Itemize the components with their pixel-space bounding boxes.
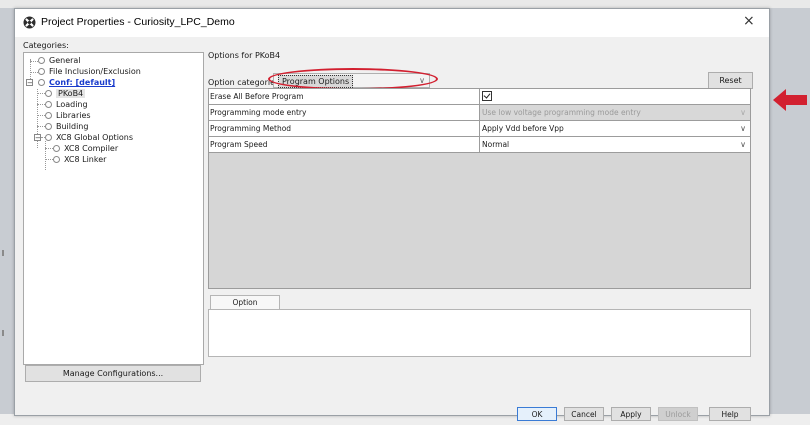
property-row-programming-method: Programming Method Apply Vdd before Vpp … bbox=[209, 121, 750, 137]
tree-item-label: XC8 Compiler bbox=[64, 144, 119, 153]
red-arrow-icon bbox=[773, 89, 807, 111]
property-name: Programming Method bbox=[209, 121, 480, 136]
tree-connector bbox=[37, 115, 45, 116]
node-bullet-icon bbox=[45, 123, 52, 130]
property-name: Program Speed bbox=[209, 137, 480, 152]
tree-item-label: XC8 Linker bbox=[64, 155, 107, 164]
chevron-down-icon: ∨ bbox=[740, 124, 746, 133]
background-edge-mark bbox=[2, 250, 4, 256]
property-value: Normal bbox=[482, 140, 510, 149]
node-bullet-icon bbox=[45, 90, 52, 97]
title-bar[interactable]: Project Properties - Curiosity_LPC_Demo … bbox=[15, 9, 769, 37]
tree-item-xc8-linker[interactable]: XC8 Linker bbox=[53, 155, 106, 164]
programming-mode-select: Use low voltage programming mode entry ∨ bbox=[480, 105, 750, 120]
apply-button[interactable]: Apply bbox=[611, 407, 651, 421]
categories-tree[interactable]: General File Inclusion/Exclusion − Conf:… bbox=[23, 52, 204, 365]
node-bullet-icon bbox=[38, 57, 45, 64]
node-bullet-icon bbox=[53, 156, 60, 163]
close-icon[interactable]: × bbox=[743, 13, 755, 29]
tree-item-label: Libraries bbox=[56, 111, 91, 120]
erase-all-checkbox[interactable] bbox=[482, 91, 492, 101]
tree-item-label: Loading bbox=[56, 100, 88, 109]
tree-item-label: Building bbox=[56, 122, 89, 131]
options-header: Options for PKoB4 bbox=[208, 51, 281, 60]
tree-connector bbox=[45, 159, 53, 160]
property-row-programming-mode: Programming mode entry Use low voltage p… bbox=[209, 105, 750, 121]
node-bullet-icon bbox=[45, 101, 52, 108]
chevron-down-icon: ∨ bbox=[740, 108, 746, 117]
node-bullet-icon bbox=[45, 112, 52, 119]
property-name: Programming mode entry bbox=[209, 105, 480, 120]
program-speed-select[interactable]: Normal ∨ bbox=[480, 137, 750, 152]
option-description-tab[interactable]: Option Description bbox=[210, 295, 280, 321]
node-bullet-icon bbox=[38, 68, 45, 75]
tree-item-general[interactable]: General bbox=[38, 56, 81, 65]
categories-label: Categories: bbox=[23, 41, 69, 50]
tree-item-xc8-compiler[interactable]: XC8 Compiler bbox=[53, 144, 118, 153]
tree-item-label: XC8 Global Options bbox=[56, 133, 134, 142]
property-value: Apply Vdd before Vpp bbox=[482, 124, 564, 133]
property-row-erase: Erase All Before Program bbox=[209, 89, 750, 105]
red-highlight-ellipse bbox=[268, 68, 438, 90]
tree-item-conf-default[interactable]: Conf: [default] bbox=[38, 78, 115, 87]
tree-item-label: PKoB4 bbox=[56, 89, 86, 98]
tree-connector bbox=[37, 104, 45, 105]
tree-item-label: Conf: [default] bbox=[49, 78, 116, 87]
window-title: Project Properties - Curiosity_LPC_Demo bbox=[41, 16, 235, 28]
unlock-button: Unlock bbox=[658, 407, 698, 421]
tree-item-file-inclusion[interactable]: File Inclusion/Exclusion bbox=[38, 67, 141, 76]
programming-method-select[interactable]: Apply Vdd before Vpp ∨ bbox=[480, 121, 750, 136]
help-button[interactable]: Help bbox=[709, 407, 751, 421]
tree-connector bbox=[30, 72, 38, 73]
project-properties-dialog: Project Properties - Curiosity_LPC_Demo … bbox=[14, 8, 770, 421]
property-sheet: Erase All Before Program Programming mod… bbox=[208, 88, 751, 289]
ok-button[interactable]: OK bbox=[517, 407, 557, 421]
tree-connector bbox=[37, 93, 45, 94]
tree-item-loading[interactable]: Loading bbox=[45, 100, 88, 109]
property-value-checkbox[interactable] bbox=[480, 89, 750, 104]
reset-button[interactable]: Reset bbox=[708, 72, 753, 89]
property-value: Use low voltage programming mode entry bbox=[482, 108, 641, 117]
cancel-button[interactable]: Cancel bbox=[564, 407, 604, 421]
background-edge-mark bbox=[2, 330, 4, 336]
property-name: Erase All Before Program bbox=[209, 89, 480, 104]
tree-item-label: General bbox=[49, 56, 81, 65]
tree-item-libraries[interactable]: Libraries bbox=[45, 111, 91, 120]
collapse-conf-icon[interactable]: − bbox=[26, 79, 33, 87]
tree-connector bbox=[37, 126, 45, 127]
app-gear-icon bbox=[23, 16, 36, 29]
tree-item-building[interactable]: Building bbox=[45, 122, 88, 131]
node-bullet-icon bbox=[38, 79, 45, 86]
dialog-content: Categories: General File Inclusion/Exclu… bbox=[15, 37, 769, 421]
chevron-down-icon: ∨ bbox=[740, 140, 746, 149]
option-description-box bbox=[208, 309, 751, 357]
collapse-xc8-icon[interactable]: − bbox=[34, 134, 41, 142]
tree-connector bbox=[45, 141, 46, 170]
node-bullet-icon bbox=[45, 134, 52, 141]
tree-connector bbox=[30, 61, 38, 62]
background-window-strip bbox=[0, 0, 810, 8]
tree-item-xc8-global[interactable]: XC8 Global Options bbox=[45, 133, 133, 142]
node-bullet-icon bbox=[53, 145, 60, 152]
tree-item-label: File Inclusion/Exclusion bbox=[49, 67, 141, 76]
tree-connector bbox=[45, 148, 53, 149]
manage-configurations-button[interactable]: Manage Configurations... bbox=[25, 365, 201, 382]
property-row-program-speed: Program Speed Normal ∨ bbox=[209, 137, 750, 153]
tree-item-pkob4[interactable]: PKoB4 bbox=[45, 89, 86, 98]
